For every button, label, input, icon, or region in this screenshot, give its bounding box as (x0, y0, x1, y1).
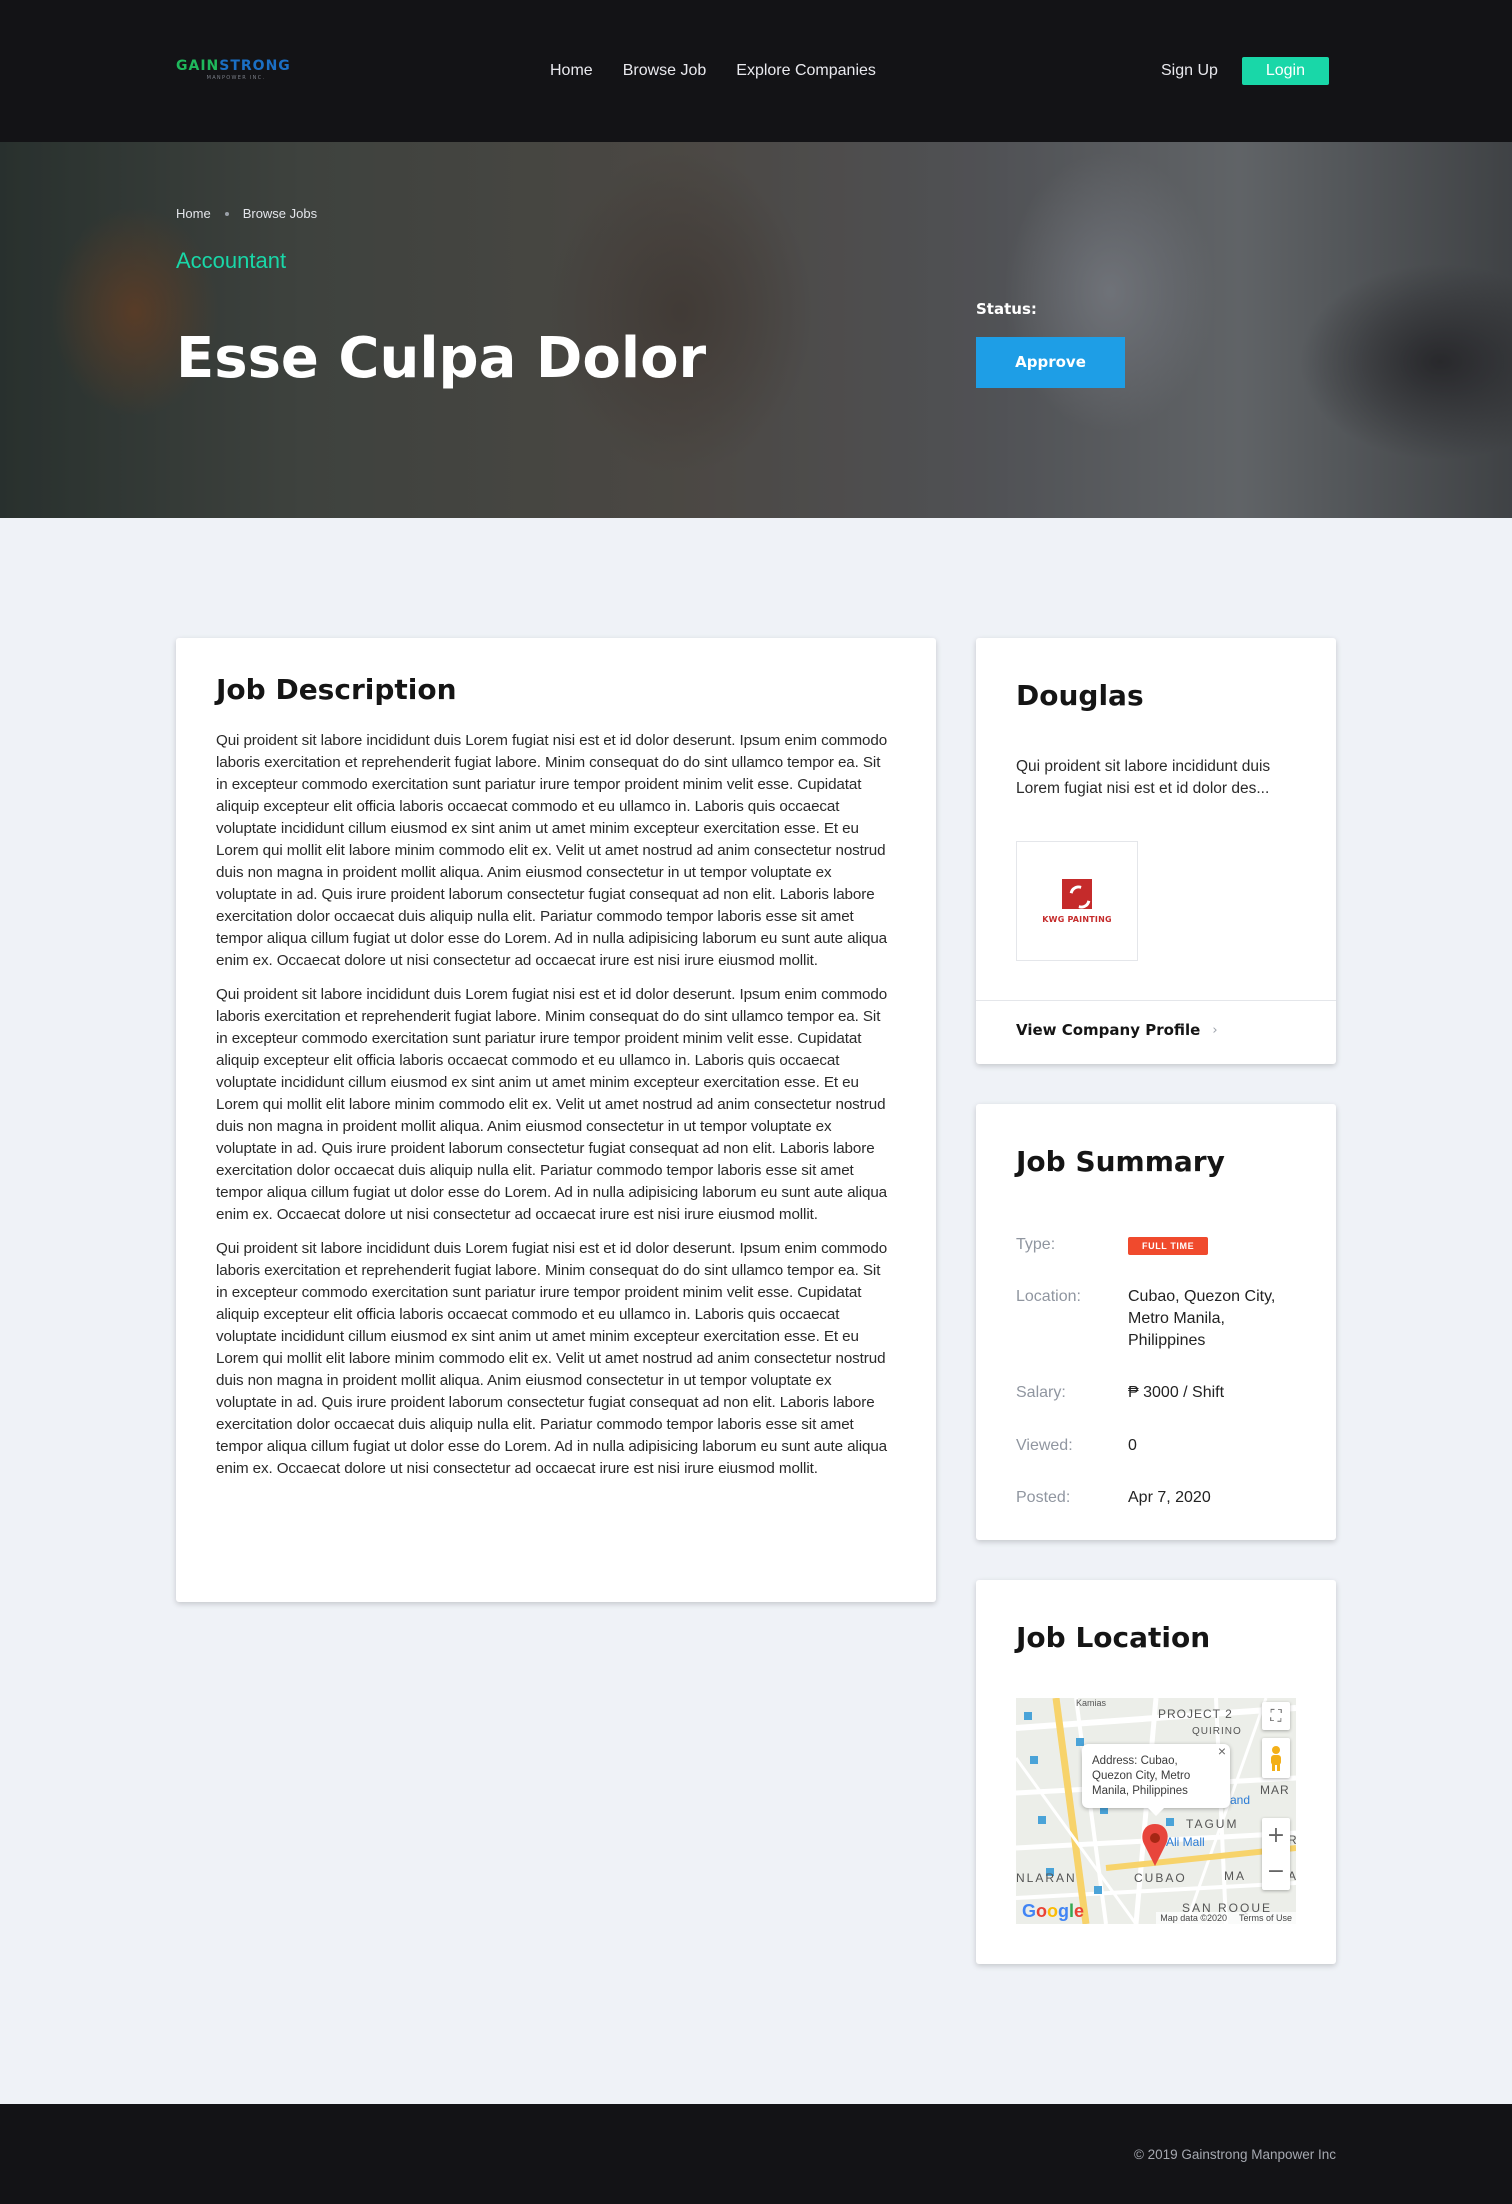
map-label-project-2: PROJECT 2 (1158, 1707, 1233, 1721)
company-logo-text: KWG PAINTING (1042, 914, 1112, 924)
salary-label: Salary: (1016, 1384, 1066, 1401)
auth-links: Sign Up Login (1161, 57, 1329, 85)
description-paragraph: Qui proident sit labore incididunt duis … (216, 1240, 888, 1477)
company-logo[interactable]: KWG PAINTING (1016, 841, 1138, 961)
map-label-kamias: Kamias (1076, 1698, 1107, 1708)
breadcrumb: Home Browse Jobs (176, 206, 317, 221)
map-data-credit: Map data ©2020 (1160, 1913, 1227, 1923)
map-label-tagum: TAGUM (1186, 1817, 1238, 1831)
main-nav: Home Browse Job Explore Companies (550, 60, 876, 82)
login-button[interactable]: Login (1241, 57, 1329, 85)
type-label: Type: (1016, 1236, 1056, 1253)
hero-banner: Home Browse Jobs Accountant Esse Culpa D… (0, 142, 1512, 518)
summary-row-type: Type: FULL TIME (1016, 1234, 1306, 1256)
nav-home[interactable]: Home (550, 60, 593, 82)
close-icon[interactable]: × (1218, 1744, 1226, 1759)
location-label: Location: (1016, 1288, 1081, 1305)
job-description-card: Job Description Qui proident sit labore … (176, 638, 936, 1602)
description-paragraph: Qui proident sit labore incididunt duis … (216, 732, 888, 969)
summary-row-viewed: Viewed: 0 (1016, 1435, 1306, 1457)
job-title: Esse Culpa Dolor (176, 326, 707, 391)
breadcrumb-separator (224, 211, 229, 216)
breadcrumb-home[interactable]: Home (176, 206, 211, 221)
footer-copyright: © 2019 Gainstrong Manpower Inc (1133, 2147, 1336, 2162)
brand-word-strong: STRONG (219, 58, 291, 74)
company-blurb: Qui proident sit labore incididunt duis … (1016, 758, 1271, 797)
fullscreen-icon[interactable]: ⛶ (1262, 1702, 1290, 1730)
map-label-nlaran: NLARAN (1016, 1871, 1077, 1885)
job-type-badge: FULL TIME (1128, 1237, 1209, 1255)
job-summary-card: Job Summary Type: FULL TIME Location: Cu… (976, 1104, 1336, 1540)
summary-row-posted: Posted: Apr 7, 2020 (1016, 1487, 1306, 1509)
signup-link[interactable]: Sign Up (1161, 60, 1218, 82)
approve-button[interactable]: Approve (976, 337, 1125, 388)
viewed-value: 0 (1128, 1437, 1137, 1454)
google-logo[interactable]: Google (1022, 1901, 1084, 1922)
viewed-label: Viewed: (1016, 1437, 1073, 1454)
map-attribution: Map data ©2020 Terms of Use (1156, 1912, 1296, 1924)
brand-tagline: MANPOWER INC. (206, 75, 266, 81)
description-paragraph: Qui proident sit labore incididunt duis … (216, 986, 888, 1223)
map-label-quirino: QUIRINO (1192, 1726, 1242, 1737)
brand-word-gain: GAIN (176, 58, 220, 74)
nav-browse-job[interactable]: Browse Job (623, 60, 707, 82)
location-value: Cubao, Quezon City, Metro Manila, Philip… (1128, 1288, 1276, 1349)
map-label-and: and (1230, 1793, 1250, 1807)
zoom-controls: + − (1262, 1818, 1290, 1890)
salary-value: ₱ 3000 / Shift (1128, 1384, 1225, 1401)
status-label: Status: (976, 300, 1037, 318)
page-footer: © 2019 Gainstrong Manpower Inc (0, 2104, 1512, 2204)
zoom-out-button[interactable]: − (1262, 1854, 1290, 1890)
job-summary-heading: Job Summary (1016, 1145, 1225, 1178)
pegman-icon (1271, 1746, 1281, 1771)
posted-label: Posted: (1016, 1489, 1071, 1506)
summary-row-salary: Salary: ₱ 3000 / Shift (1016, 1382, 1306, 1404)
job-category: Accountant (176, 248, 287, 273)
posted-value: Apr 7, 2020 (1128, 1489, 1211, 1506)
summary-row-location: Location: Cubao, Quezon City, Metro Mani… (1016, 1286, 1306, 1352)
card-divider (976, 1000, 1336, 1001)
job-location-heading: Job Location (1016, 1621, 1211, 1654)
breadcrumb-browse-jobs[interactable]: Browse Jobs (243, 206, 317, 221)
company-name: Douglas (1016, 679, 1144, 712)
map-info-address: Address: Cubao, Quezon City, Metro Manil… (1092, 1755, 1191, 1797)
zoom-in-button[interactable]: + (1262, 1818, 1290, 1854)
map-label-cubao: CUBAO (1134, 1871, 1187, 1885)
map-label-ali-mall: Ali Mall (1166, 1835, 1205, 1849)
job-description-heading: Job Description (216, 673, 457, 706)
map-info-window: Address: Cubao, Quezon City, Metro Manil… (1082, 1744, 1230, 1816)
top-navbar: GAINSTRONG MANPOWER INC. Home Browse Job… (0, 0, 1512, 142)
location-map[interactable]: Kamias PROJECT 2 QUIRINO TAGUM Ali Mall … (1016, 1698, 1296, 1924)
company-card: Douglas Qui proident sit labore incididu… (976, 638, 1336, 1064)
view-company-profile-link[interactable]: View Company Profile › (1016, 1021, 1218, 1039)
map-label-ma: MA (1224, 1869, 1246, 1883)
brand-logo[interactable]: GAINSTRONG MANPOWER INC. (176, 58, 300, 82)
nav-explore-companies[interactable]: Explore Companies (736, 60, 876, 82)
map-label-mar: MAR (1260, 1783, 1290, 1797)
kwg-logo-icon (1062, 878, 1092, 909)
job-location-card: Job Location Kamias PROJECT 2 QUIRINO TA… (976, 1580, 1336, 1964)
street-view-pegman-icon[interactable] (1262, 1738, 1290, 1778)
view-company-profile-label: View Company Profile (1016, 1021, 1201, 1039)
chevron-right-icon: › (1212, 1022, 1218, 1038)
map-terms-link[interactable]: Terms of Use (1239, 1913, 1292, 1923)
